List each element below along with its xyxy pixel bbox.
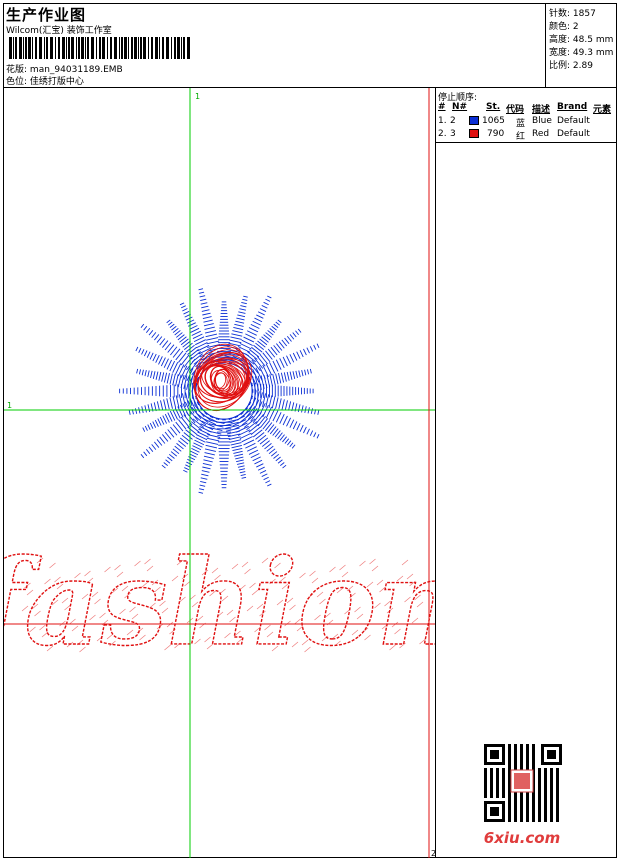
row-description: Blue (532, 116, 552, 126)
production-sheet: 生产作业图 Wilcom(汇宝) 装饰工作室 花版: man_94031189.… (3, 3, 617, 858)
stat-width: 宽度: 49.3 mm (549, 45, 613, 58)
row-brand: Default (557, 116, 590, 126)
watermark-brand: 6xiu.com (484, 829, 560, 847)
col-needle: N# (452, 102, 468, 112)
row-code: 蓝 (516, 119, 526, 129)
barcode (9, 37, 190, 59)
color-position-row: 色位: 佳绣打版中心 (6, 74, 84, 87)
software-label: Wilcom(汇宝) 装饰工作室 (6, 26, 112, 36)
stop-sequence-panel: 停止顺序: # N# St. 代码 描述 Brand 元素 1. 2 1065 … (436, 88, 617, 858)
stamp-seal-icon (514, 773, 530, 789)
stat-label: 比例: (549, 61, 571, 71)
color-swatch-blue (469, 116, 479, 125)
stat-value: 2 (572, 22, 579, 32)
embroidery-preview: fashion 1 1 2 (4, 88, 436, 858)
col-stitches: St. (486, 102, 501, 112)
row-index: 2. (438, 129, 447, 139)
design-canvas: fashion 1 1 2 (4, 88, 436, 858)
stat-value: 48.5 mm (572, 35, 614, 45)
header-info: 生产作业图 Wilcom(汇宝) 装饰工作室 花版: man_94031189.… (4, 4, 546, 88)
design-stats: 针数: 1857 颜色: 2 高度: 48.5 mm 宽度: 49.3 mm 比… (546, 4, 617, 88)
stat-stitches: 针数: 1857 (549, 6, 596, 19)
col-code: 代码 (506, 105, 525, 115)
row-brand: Default (557, 129, 590, 139)
fashion-lettering: fashion (4, 533, 436, 672)
col-element: 元素 (593, 105, 612, 115)
row-stitches: 1065 (482, 116, 505, 126)
row-description: Red (532, 129, 550, 139)
watermark-block: 6xiu.com (484, 744, 562, 847)
color-swatch-red (469, 129, 479, 138)
row-stitches: 790 (487, 129, 505, 139)
col-index: # (438, 102, 446, 112)
color-position-value: 佳绣打版中心 (29, 77, 84, 87)
color-position-label: 色位: (6, 77, 28, 87)
row-needle: 2 (450, 116, 456, 126)
col-description: 描述 (532, 105, 551, 115)
stat-height: 高度: 48.5 mm (549, 32, 613, 45)
stat-value: 1857 (572, 9, 596, 19)
col-brand: Brand (557, 102, 588, 112)
stat-value: 49.3 mm (572, 48, 614, 58)
stat-value: 2.89 (572, 61, 593, 71)
guide-marker-left: 1 (7, 401, 12, 410)
row-needle: 3 (450, 129, 456, 139)
stat-label: 针数: (549, 9, 571, 19)
panel-divider (436, 142, 617, 143)
sheet-title: 生产作业图 (6, 6, 87, 24)
guide-marker-top: 1 (195, 92, 200, 101)
stat-label: 颜色: (549, 22, 571, 32)
stat-scale: 比例: 2.89 (549, 58, 593, 71)
stat-label: 宽度: (549, 48, 571, 58)
stat-colors: 颜色: 2 (549, 19, 579, 32)
row-code: 红 (516, 132, 526, 142)
stat-label: 高度: (549, 35, 571, 45)
row-index: 1. (438, 116, 447, 126)
